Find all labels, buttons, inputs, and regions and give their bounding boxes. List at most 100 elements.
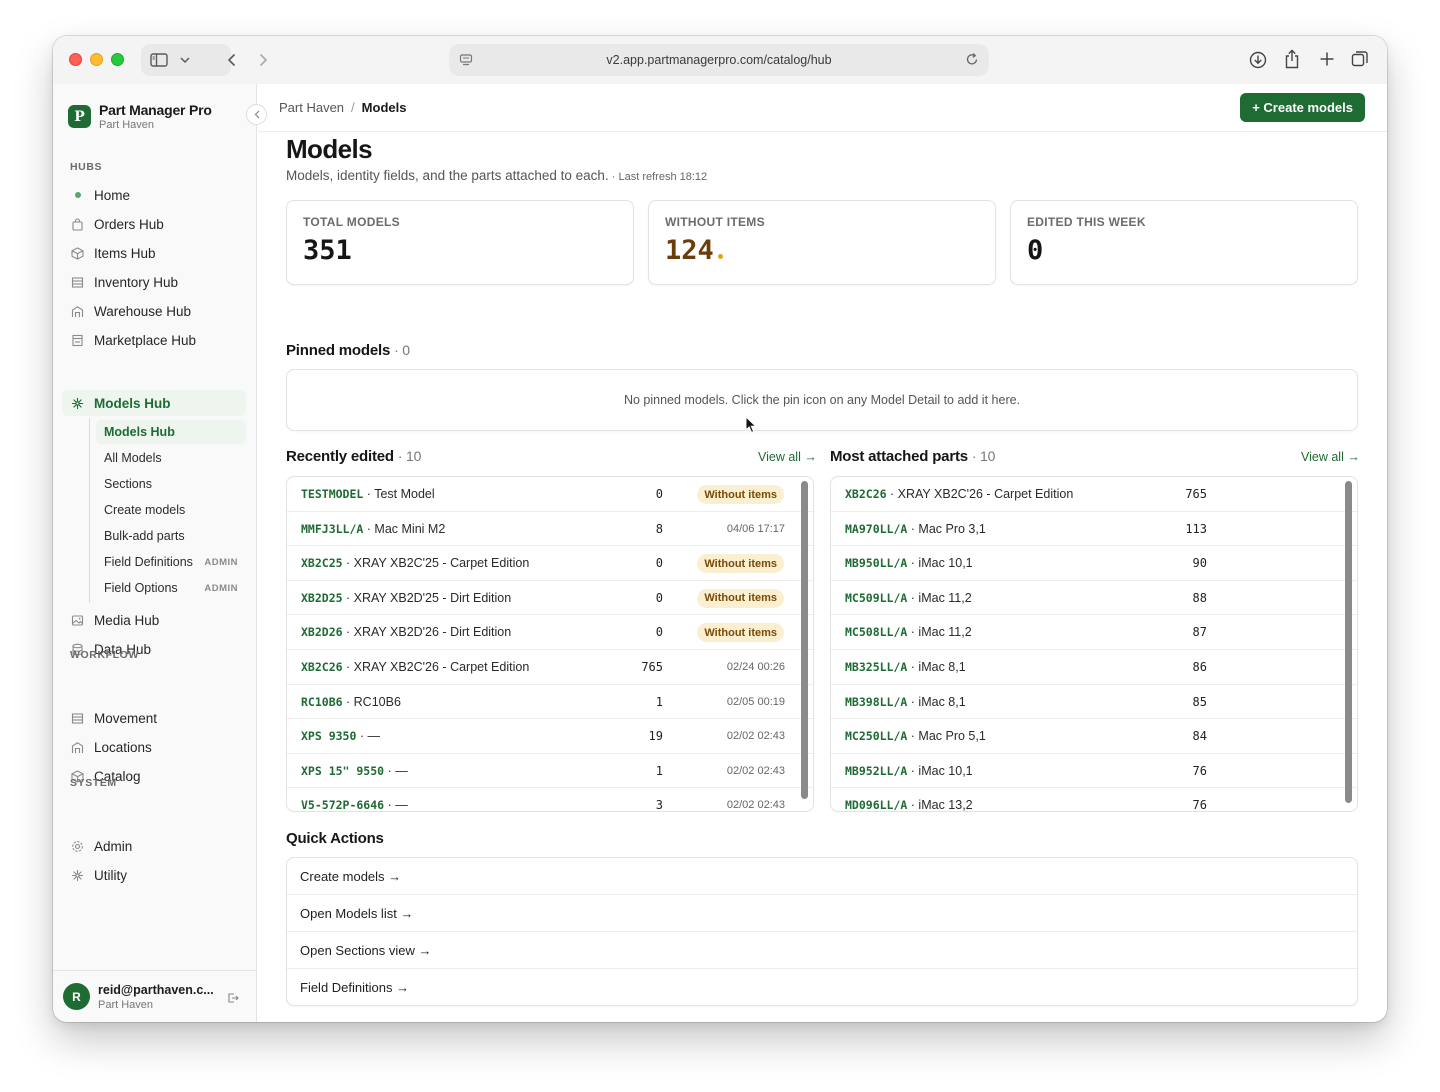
site-settings-icon[interactable] [459,53,473,70]
table-row[interactable]: MC509LL/A · iMac 11,2 88 [831,581,1357,616]
part-number[interactable]: MB325LL/A · iMac 8,1 [845,660,966,674]
table-row[interactable]: XB2C25 · XRAY XB2C'25 - Carpet Edition 0 W… [287,546,813,581]
part-number[interactable]: TESTMODEL · Test Model [301,487,435,501]
quick-action-create-models[interactable]: Create models → [287,858,1357,895]
sidebar-item-inventory-hub[interactable]: Inventory Hub [62,269,246,295]
part-number[interactable]: MC509LL/A · iMac 11,2 [845,591,972,605]
forward-arrow-icon[interactable] [247,53,279,67]
sidebar-item-orders-hub[interactable]: Orders Hub [62,211,246,237]
submenu-item-all-models[interactable]: All Models [96,446,246,470]
part-number-text: XB2C26 [845,487,887,501]
submenu-item-create-models[interactable]: Create models [96,498,246,522]
collapse-sidebar-button[interactable] [246,104,267,125]
address-bar[interactable]: v2.app.partmanagerpro.com/catalog/hub [449,44,989,76]
reload-icon[interactable] [965,52,979,70]
sidebar-item-items-hub[interactable]: Items Hub [62,240,246,266]
part-number[interactable]: MC508LL/A · iMac 11,2 [845,625,972,639]
back-arrow-icon[interactable] [215,53,247,67]
download-icon[interactable] [1249,51,1267,69]
table-row[interactable]: MC508LL/A · iMac 11,2 87 [831,615,1357,650]
sidebar-item-media-hub[interactable]: Media Hub [62,607,246,633]
submenu-item-models-hub[interactable]: Models Hub [96,420,246,444]
sidebar-item-models-hub[interactable]: Models Hub [62,390,246,416]
user-account[interactable]: R reid@parthaven.c... Part Haven [53,970,257,1022]
minimize-window-button[interactable] [90,53,103,66]
part-number[interactable]: MD096LL/A · iMac 13,2 [845,798,973,811]
tab-overview-icon[interactable] [1351,50,1369,68]
part-number[interactable]: XPS 15" 9550 · — [301,764,408,778]
model-name: · Test Model [363,487,435,501]
table-row[interactable]: MA970LL/A · Mac Pro 3,1 113 [831,512,1357,547]
sidebar-item-locations[interactable]: Locations [62,734,246,760]
table-row[interactable]: MB398LL/A · iMac 8,1 85 [831,685,1357,720]
part-number[interactable]: RC10B6 · RC10B6 [301,695,401,709]
sidebar-item-utility[interactable]: Utility [62,862,246,888]
breadcrumb-org[interactable]: Part Haven [279,100,344,115]
sidebar-item-label: Media Hub [94,612,160,628]
submenu-item-field-definitions[interactable]: Field Definitions ADMIN [96,550,246,574]
submenu-item-sections[interactable]: Sections [96,472,246,496]
table-row[interactable]: V5-572P-6646 · — 3 02/02 02:43 [287,788,813,812]
table-row[interactable]: XB2D25 · XRAY XB2D'25 - Dirt Edition 0 Wit… [287,581,813,616]
sidebar-toggle-icon[interactable] [141,53,177,67]
part-number[interactable]: XB2D26 · XRAY XB2D'26 - Dirt Edition [301,625,511,639]
create-models-button[interactable]: + Create models [1240,93,1365,122]
close-window-button[interactable] [69,53,82,66]
table-row[interactable]: XB2C26 · XRAY XB2C'26 - Carpet Edition 76… [287,650,813,685]
table-row[interactable]: MB325LL/A · iMac 8,1 86 [831,650,1357,685]
stat-without-items[interactable]: WITHOUT ITEMS 124 [648,200,996,285]
new-tab-icon[interactable] [1319,51,1335,67]
part-number-text: MMFJ3LL/A [301,521,364,536]
quick-action-open-sections-view[interactable]: Open Sections view → [287,932,1357,969]
table-row[interactable]: XPS 9350 · — 19 02/02 02:43 [287,719,813,754]
logout-icon[interactable] [227,991,239,1009]
most-attached-list[interactable]: XB2C26 · XRAY XB2C'26 - Carpet Edition 76… [830,476,1358,812]
recent-view-all-link[interactable]: View all → [758,450,817,464]
brand[interactable]: P Part Manager Pro Part Haven [68,102,212,131]
table-row[interactable]: MMFJ3LL/A · Mac Mini M2 8 04/06 17:17 [287,512,813,547]
part-number[interactable]: V5-572P-6646 · — [301,798,408,812]
zoom-window-button[interactable] [111,53,124,66]
table-row[interactable]: RC10B6 · RC10B6 1 02/05 00:19 [287,685,813,720]
quick-action-field-definitions[interactable]: Field Definitions → [287,969,1357,1005]
part-number[interactable]: MB398LL/A · iMac 8,1 [845,695,966,709]
table-row[interactable]: MD096LL/A · iMac 13,2 76 [831,788,1357,811]
scrollbar-thumb[interactable] [1345,481,1352,803]
part-number[interactable]: MB952LL/A · iMac 10,1 [845,764,973,778]
section-label-system: SYSTEM [70,777,117,789]
parts-count: 90 [1192,556,1207,571]
chevron-down-icon[interactable] [177,57,193,63]
attached-view-all-link[interactable]: View all → [1301,450,1360,464]
scrollbar-thumb[interactable] [801,481,808,799]
sidebar-item-admin[interactable]: Admin [62,833,246,859]
submenu-item-bulk-add-parts[interactable]: Bulk-add parts [96,524,246,548]
part-number[interactable]: XB2C26 · XRAY XB2C'26 - Carpet Edition [845,487,1073,501]
share-icon[interactable] [1284,49,1300,69]
table-row[interactable]: MC250LL/A · Mac Pro 5,1 84 [831,719,1357,754]
part-number[interactable]: XB2C26 · XRAY XB2C'26 - Carpet Edition [301,660,529,674]
submenu-item-field-options[interactable]: Field Options ADMIN [96,576,246,600]
part-number[interactable]: MC250LL/A · Mac Pro 5,1 [845,729,986,743]
part-number-text: V5-572P-6646 [301,798,385,812]
sidebar-item-marketplace-hub[interactable]: Marketplace Hub [62,327,246,353]
recently-edited-list[interactable]: TESTMODEL · Test Model 0 Without items MMFJ… [286,476,814,812]
part-number[interactable]: MMFJ3LL/A · Mac Mini M2 [301,522,445,536]
stat-total-models: TOTAL MODELS 351 [286,200,634,285]
part-number[interactable]: XB2D25 · XRAY XB2D'25 - Dirt Edition [301,591,511,605]
sidebar-item-home[interactable]: Home [62,182,246,208]
table-row[interactable]: MB952LL/A · iMac 10,1 76 [831,754,1357,789]
table-row[interactable]: TESTMODEL · Test Model 0 Without items [287,477,813,512]
part-number[interactable]: MA970LL/A · Mac Pro 3,1 [845,522,986,536]
part-number[interactable]: XPS 9350 · — [301,729,380,743]
table-row[interactable]: XPS 15" 9550 · — 1 02/02 02:43 [287,754,813,789]
user-org: Part Haven [98,999,154,1011]
sidebar-item-movement[interactable]: Movement [62,705,246,731]
part-number[interactable]: XB2C25 · XRAY XB2C'25 - Carpet Edition [301,556,529,570]
sidebar-item-warehouse-hub[interactable]: Warehouse Hub [62,298,246,324]
table-row[interactable]: MB950LL/A · iMac 10,1 90 [831,546,1357,581]
part-number[interactable]: MB950LL/A · iMac 10,1 [845,556,973,570]
quick-action-open-models-list[interactable]: Open Models list → [287,895,1357,932]
sidebar-item-label: Orders Hub [94,216,164,232]
table-row[interactable]: XB2D26 · XRAY XB2D'26 - Dirt Edition 0 Wit… [287,615,813,650]
table-row[interactable]: XB2C26 · XRAY XB2C'26 - Carpet Edition 76… [831,477,1357,512]
